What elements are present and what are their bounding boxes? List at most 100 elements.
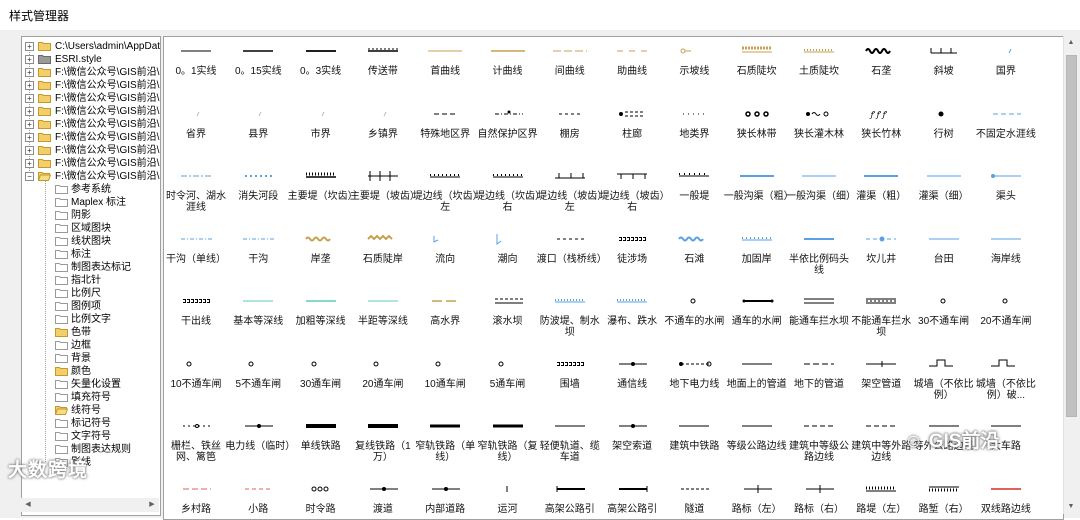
symbol-cell[interactable]: 狭长灌木林 — [788, 102, 850, 166]
symbol-cell[interactable]: 主要堤（坎齿） — [290, 164, 352, 228]
symbol-cell[interactable]: 地类界 — [663, 102, 725, 166]
symbol-cell[interactable]: 高架公路引 — [539, 477, 601, 520]
symbol-cell[interactable]: 一般堤 — [663, 164, 725, 228]
scroll-thumb[interactable] — [1066, 55, 1077, 417]
symbol-cell[interactable]: 自然保护区界 — [477, 102, 539, 166]
symbol-cell[interactable]: ꝭ ꝭ ꝭ狭长竹林 — [850, 102, 912, 166]
symbol-cell[interactable]: 不通车的水闸 — [663, 289, 725, 353]
symbol-cell[interactable]: 通车的水闸 — [726, 289, 788, 353]
symbol-cell[interactable]: 计曲线 — [477, 39, 539, 103]
symbol-cell[interactable]: 电力线（临时） — [227, 414, 289, 478]
style-tree[interactable]: +C:\Users\admin\AppData\+ESRI.style+F:\微… — [21, 36, 161, 516]
symbol-cell[interactable]: 架空管道 — [850, 352, 912, 416]
symbol-cell[interactable]: 首曲线 — [414, 39, 476, 103]
symbol-cell[interactable]: 不能通车拦水坝 — [850, 289, 912, 353]
symbol-cell[interactable]: 建筑中等级公路边线 — [788, 414, 850, 478]
symbol-cell[interactable]: 地下的管道 — [788, 352, 850, 416]
symbol-cell[interactable]: 石滩 — [663, 227, 725, 291]
symbol-cell[interactable]: 窄轨铁路（复线） — [477, 414, 539, 478]
symbol-cell[interactable]: 5不通车闸 — [227, 352, 289, 416]
symbol-cell[interactable]: 高架公路引 — [601, 477, 663, 520]
symbol-cell[interactable]: 国界 — [975, 39, 1037, 103]
expand-icon[interactable]: + — [25, 133, 34, 142]
symbol-cell[interactable]: 渠头 — [975, 164, 1037, 228]
symbol-cell[interactable]: 海岸线 — [975, 227, 1037, 291]
symbol-cell[interactable]: 一般沟渠（粗） — [726, 164, 788, 228]
symbol-cell[interactable]: 徒涉场 — [601, 227, 663, 291]
scroll-down-icon[interactable]: ▼ — [1064, 500, 1078, 514]
symbol-cell[interactable]: 不固定水涯线 — [975, 102, 1037, 166]
symbol-cell[interactable]: 10通车闸 — [414, 352, 476, 416]
symbol-cell[interactable]: 通信线 — [601, 352, 663, 416]
symbol-cell[interactable]: 石垄 — [850, 39, 912, 103]
symbol-cell[interactable]: 加固岸 — [726, 227, 788, 291]
symbol-cell[interactable]: 柱廊 — [601, 102, 663, 166]
symbol-cell[interactable]: 双线路边线 — [975, 477, 1037, 520]
symbol-cell[interactable]: 20不通车闸 — [975, 289, 1037, 353]
symbol-cell[interactable]: 地下电力线 — [663, 352, 725, 416]
symbol-cell[interactable]: 堤边线（坎齿）左 — [414, 164, 476, 228]
symbol-cell[interactable]: 渡口（栈桥线） — [539, 227, 601, 291]
symbol-cell[interactable]: 单线铁路 — [290, 414, 352, 478]
symbol-cell[interactable]: 示坡线 — [663, 39, 725, 103]
symbol-cell[interactable]: 时令路 — [290, 477, 352, 520]
scroll-right-icon[interactable]: ▶ — [145, 498, 159, 512]
scroll-up-icon[interactable]: ▲ — [1064, 36, 1078, 50]
symbol-cell[interactable]: 建筑中等外路边线 — [850, 414, 912, 478]
expand-icon[interactable]: + — [25, 146, 34, 155]
symbol-cell[interactable]: 一般沟渠（细） — [788, 164, 850, 228]
symbol-cell[interactable]: 防波堤、制水坝 — [539, 289, 601, 353]
symbol-cell[interactable]: 石质陡坎 — [726, 39, 788, 103]
symbol-cell[interactable]: 0。15实线 — [227, 39, 289, 103]
expand-icon[interactable]: + — [25, 159, 34, 168]
symbol-cell[interactable]: 小路 — [227, 477, 289, 520]
symbol-cell[interactable]: 路堤（左） — [850, 477, 912, 520]
symbol-cell[interactable]: 石质陡岸 — [352, 227, 414, 291]
symbol-cell[interactable]: 堤边线（坡齿）左 — [539, 164, 601, 228]
symbol-cell[interactable]: 灌渠（粗） — [850, 164, 912, 228]
grid-vertical-scrollbar[interactable]: ▲ ▼ — [1063, 36, 1078, 514]
symbol-cell[interactable]: 内部道路 — [414, 477, 476, 520]
scroll-left-icon[interactable]: ◀ — [21, 498, 35, 512]
expand-icon[interactable]: + — [25, 42, 34, 51]
symbol-cell[interactable]: 栅栏、铁丝网、篱笆 — [165, 414, 227, 478]
expand-icon[interactable]: + — [25, 81, 34, 90]
symbol-cell[interactable]: 干沟 — [227, 227, 289, 291]
symbol-cell[interactable]: 主要堤（坡齿） — [352, 164, 414, 228]
symbol-cell[interactable]: 窄轨铁路（单线） — [414, 414, 476, 478]
symbol-cell[interactable]: 堤边线（坎齿）右 — [477, 164, 539, 228]
symbol-cell[interactable]: 乡村路 — [165, 477, 227, 520]
symbol-cell[interactable]: 滚水坝 — [477, 289, 539, 353]
symbol-cell[interactable]: 加粗等深线 — [290, 289, 352, 353]
symbol-cell[interactable]: 复线铁路（1万） — [352, 414, 414, 478]
symbol-cell[interactable]: 间曲线 — [539, 39, 601, 103]
symbol-cell[interactable]: 高水界 — [414, 289, 476, 353]
expand-icon[interactable]: + — [25, 68, 34, 77]
symbol-cell[interactable]: 狭长林带 — [726, 102, 788, 166]
symbol-cell[interactable]: 轻便轨道、缆车道 — [539, 414, 601, 478]
symbol-cell[interactable]: 土质陡坎 — [788, 39, 850, 103]
symbol-cell[interactable]: 半距等深线 — [352, 289, 414, 353]
symbol-cell[interactable]: 等级公路边线 — [726, 414, 788, 478]
collapse-icon[interactable]: − — [25, 172, 34, 181]
symbol-cell[interactable]: 0。3实线 — [290, 39, 352, 103]
symbol-cell[interactable]: 运河 — [477, 477, 539, 520]
symbol-cell[interactable]: 0。1实线 — [165, 39, 227, 103]
expand-icon[interactable]: + — [25, 94, 34, 103]
symbol-cell[interactable]: 20通车闸 — [352, 352, 414, 416]
symbol-cell[interactable]: 30通车闸 — [290, 352, 352, 416]
symbol-cell[interactable]: 堤边线（坡齿）右 — [601, 164, 663, 228]
symbol-cell[interactable]: 县界 — [227, 102, 289, 166]
symbol-cell[interactable]: 坎儿井 — [850, 227, 912, 291]
symbol-cell[interactable]: 传送带 — [352, 39, 414, 103]
expand-icon[interactable]: + — [25, 120, 34, 129]
symbol-cell[interactable]: 能通车拦水坝 — [788, 289, 850, 353]
symbol-cell[interactable]: 干沟（单线） — [165, 227, 227, 291]
symbol-cell[interactable]: 潮向 — [477, 227, 539, 291]
symbol-cell[interactable]: 岸垄 — [290, 227, 352, 291]
symbol-cell[interactable]: 干出线 — [165, 289, 227, 353]
symbol-cell[interactable]: 架空索道 — [601, 414, 663, 478]
symbol-cell[interactable]: 棚房 — [539, 102, 601, 166]
symbol-cell[interactable]: 省界 — [165, 102, 227, 166]
symbol-cell[interactable]: 基本等深线 — [227, 289, 289, 353]
